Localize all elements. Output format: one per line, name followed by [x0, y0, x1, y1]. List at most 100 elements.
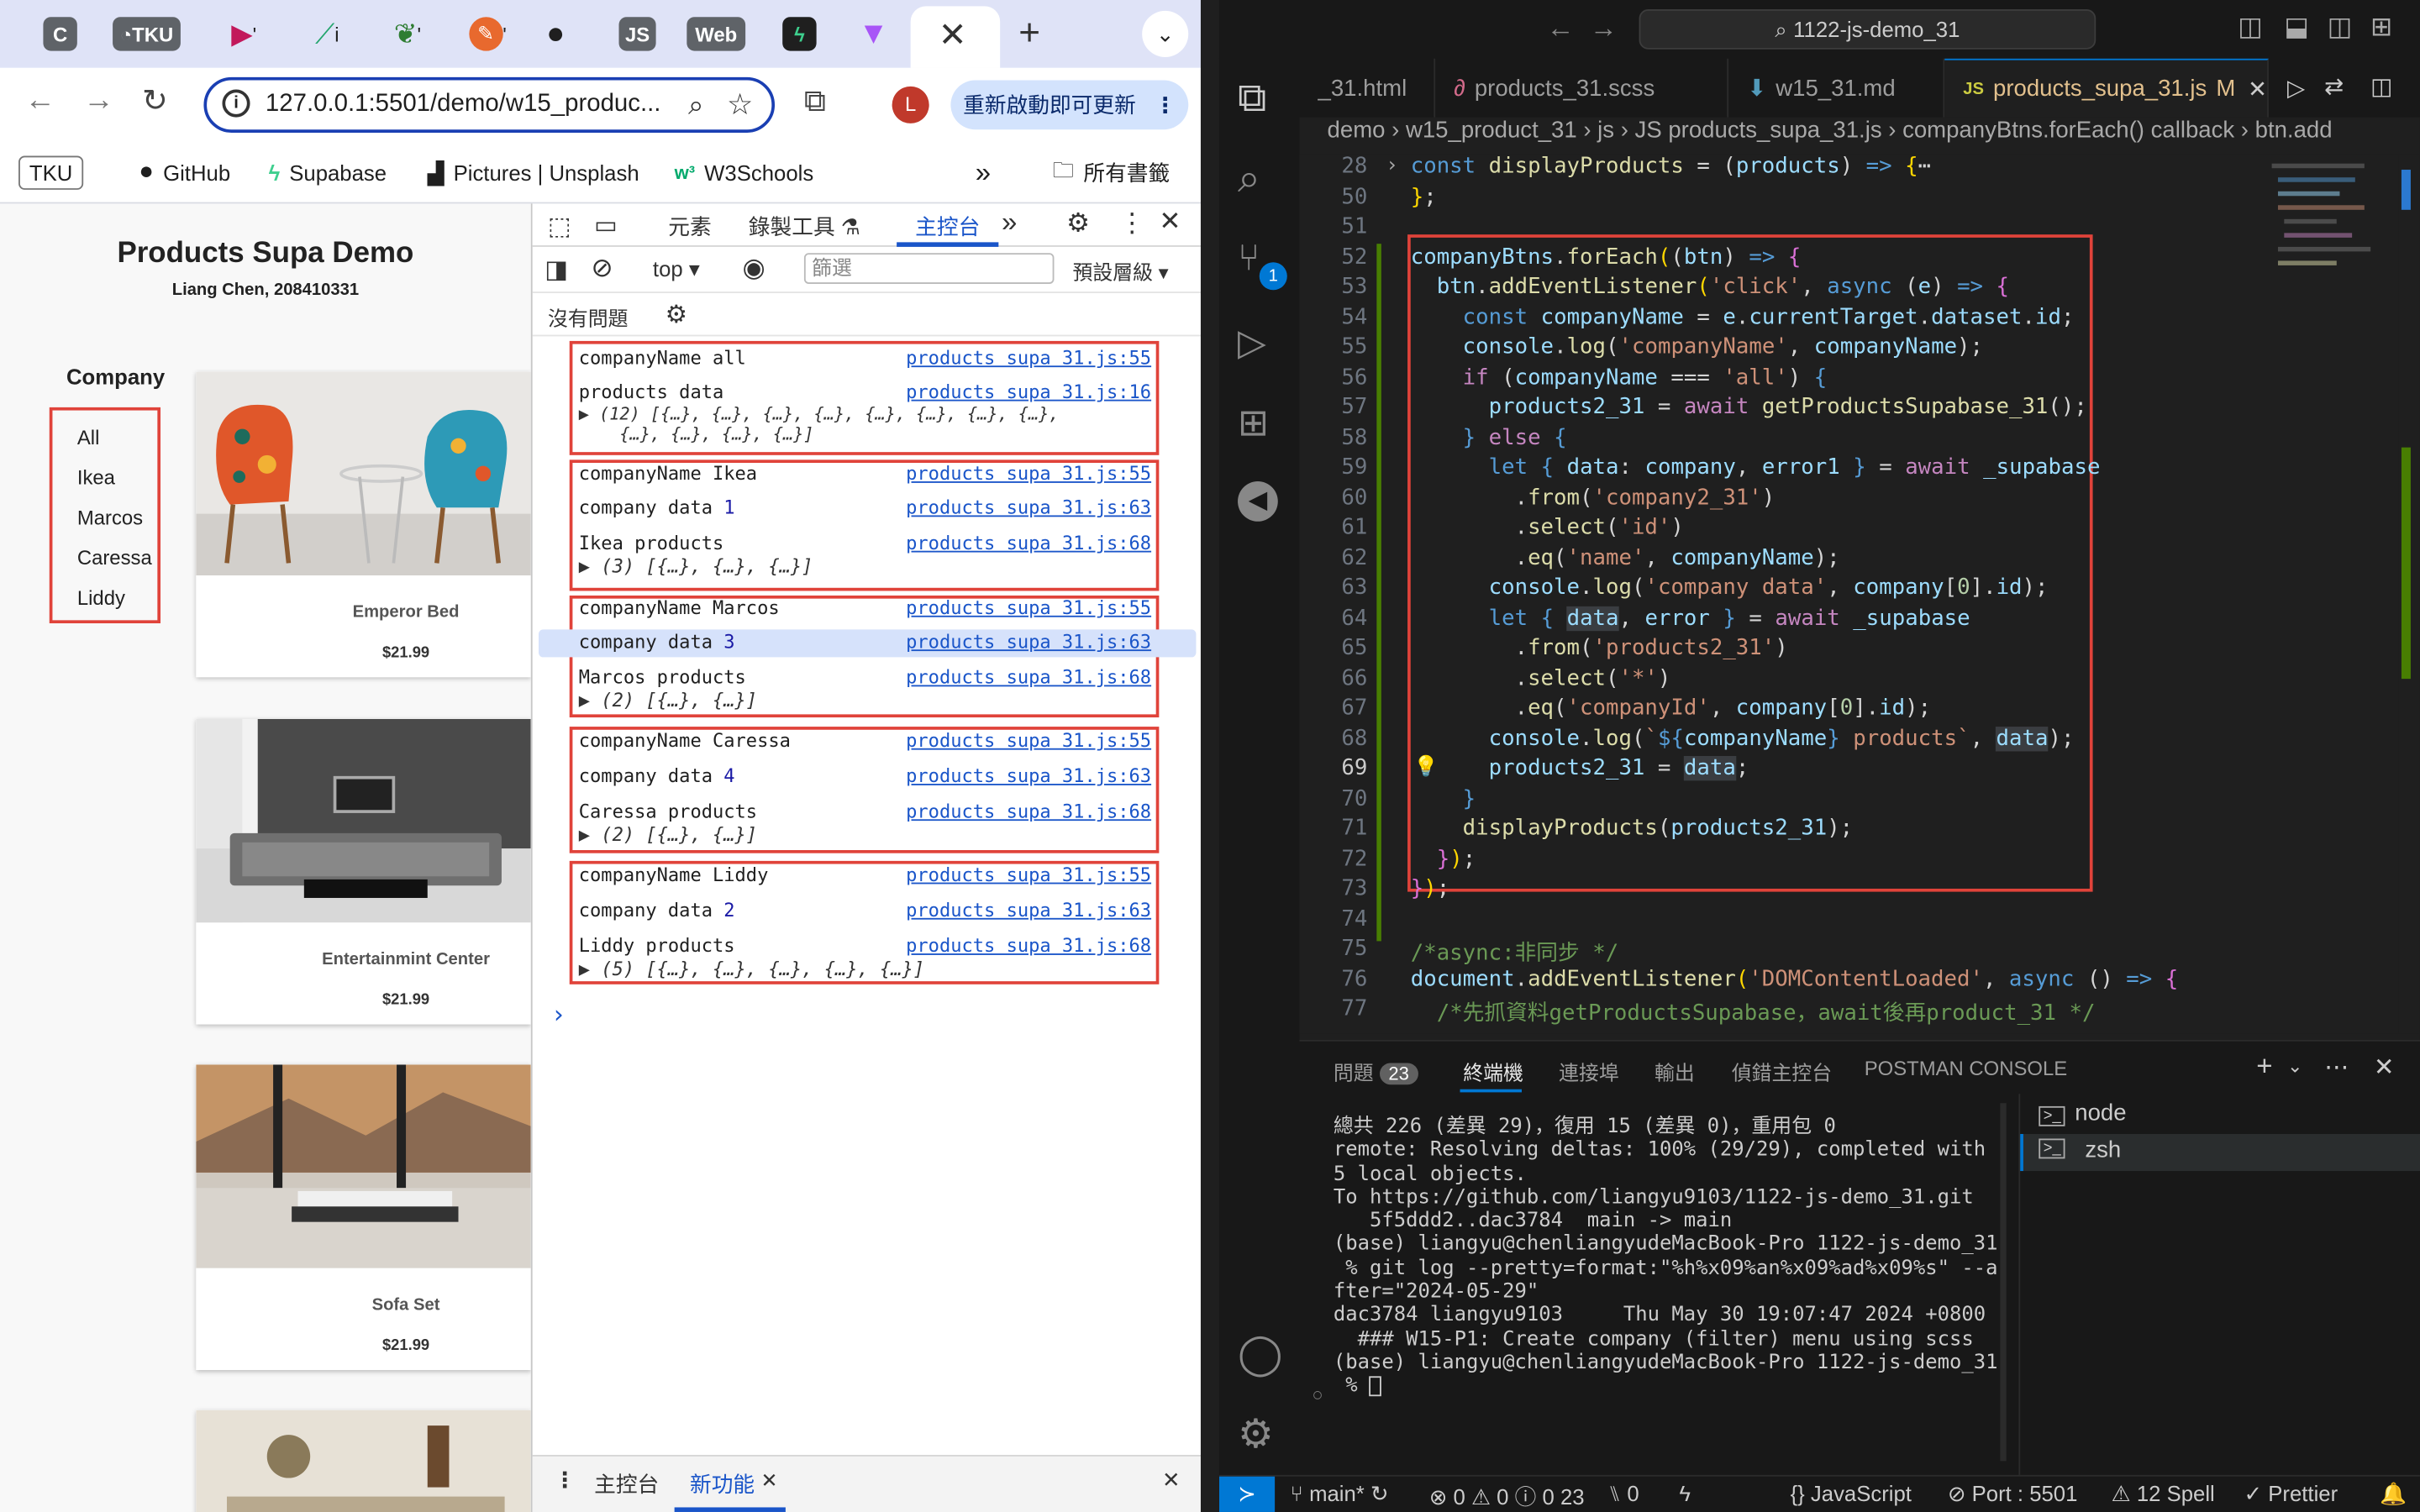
product-card[interactable]	[196, 1410, 531, 1512]
layout-icon[interactable]: ⊞	[2370, 13, 2392, 44]
product-card[interactable]: Sofa Set $21.99	[196, 1064, 531, 1370]
toggle-secondary-icon[interactable]: ◫	[2328, 13, 2353, 44]
inspect-icon[interactable]: ⬚	[548, 212, 571, 243]
back-icon[interactable]: ←	[24, 83, 55, 118]
account-icon[interactable]: ◯	[1238, 1330, 1282, 1376]
spell-status[interactable]: ⚠ 12 Spell	[2112, 1481, 2215, 1507]
array-expander[interactable]: ▶ (2) [{…}, {…}]	[579, 690, 757, 711]
tab-supabase[interactable]: ϟ	[771, 9, 827, 59]
tab-web[interactable]: Web	[685, 9, 746, 59]
no-issues[interactable]: 沒有問題	[548, 302, 629, 332]
source-link[interactable]: products supa 31.js:63	[906, 496, 1151, 518]
remote-icon[interactable]: ≻	[1218, 1476, 1276, 1512]
array-expander[interactable]: ▶ (2) [{…}, {…}]	[579, 824, 757, 846]
tab-output[interactable]: 輸出	[1655, 1057, 1695, 1086]
levels-select[interactable]: 預設層級 ▾	[1073, 256, 1169, 286]
tab-scss[interactable]: ∂ products_31.scss	[1435, 58, 1729, 118]
forward-icon[interactable]: →	[83, 83, 114, 118]
extensions-icon[interactable]: ⧉	[804, 85, 826, 120]
code-editor[interactable]: 28 50 51 52 53 54 55 56 57 58 59 60 61 6…	[1299, 154, 2420, 1034]
tab-search-icon[interactable]: ⌄	[1142, 10, 1189, 57]
back-icon[interactable]: ←	[1546, 13, 1574, 45]
tab-debug-console[interactable]: 偵錯主控台	[1732, 1057, 1832, 1086]
tab-ports[interactable]: 連接埠	[1559, 1057, 1619, 1086]
clear-console-icon[interactable]: ⊘	[591, 253, 613, 284]
avatar[interactable]: L	[892, 86, 929, 123]
explorer-icon[interactable]: ⧉	[1238, 74, 1281, 120]
close-tab-icon[interactable]: ✕	[939, 15, 967, 55]
close-panel-icon[interactable]: ✕	[2374, 1053, 2395, 1084]
fold-chevron-icon[interactable]: ›	[1386, 155, 1397, 178]
tab-js-active[interactable]: JS products_supa_31.js M ✕	[1944, 58, 2269, 118]
source-link[interactable]: products supa 31.js:63	[906, 765, 1151, 787]
context-select[interactable]: top ▾	[653, 256, 700, 282]
tab-vite[interactable]: ▼	[852, 9, 895, 59]
tab-4[interactable]: ⟋ i	[299, 9, 355, 59]
notifications-icon[interactable]: 🔔	[2380, 1481, 2407, 1507]
more-icon[interactable]: ⋮	[1119, 208, 1145, 239]
source-link[interactable]: products supa 31.js:63	[906, 631, 1151, 653]
tab-problems[interactable]: 問題 23	[1334, 1057, 1418, 1086]
tab-5[interactable]: ❦ '	[380, 9, 435, 59]
close-drawer-icon[interactable]: ✕	[1162, 1467, 1181, 1494]
tab-html[interactable]: _31.html	[1300, 58, 1436, 118]
array-expander[interactable]: ▶ (3) [{…}, {…}, {…}]	[579, 555, 813, 577]
source-link[interactable]: products supa 31.js:55	[906, 463, 1151, 485]
bookmark-github[interactable]: ● GitHub	[139, 155, 230, 192]
tab-md[interactable]: ⬇ w15_31.md	[1728, 58, 1945, 118]
prettier-status[interactable]: ✓ Prettier	[2244, 1481, 2338, 1507]
source-link[interactable]: products supa 31.js:63	[906, 900, 1151, 921]
company-caressa[interactable]: Caressa	[77, 546, 152, 570]
tab-tku[interactable]: ◔ TKU	[102, 9, 192, 59]
source-link[interactable]: products supa 31.js:68	[906, 666, 1151, 688]
run-debug-icon[interactable]: ▷	[1238, 321, 1281, 365]
split-editor-icon[interactable]: ◫	[2370, 72, 2392, 100]
tab-js[interactable]: JS	[614, 9, 660, 59]
forward-icon[interactable]: →	[1590, 13, 1618, 45]
reload-icon[interactable]: ↻	[142, 81, 168, 120]
update-button[interactable]: 重新啟動即可更新 ⋮	[950, 80, 1189, 130]
ports-status[interactable]: ⑊ 0	[1608, 1481, 1639, 1505]
close-tab-icon[interactable]: ✕	[2248, 75, 2267, 102]
problems-status[interactable]: ⊗ 0 ⚠ 0 ⓘ 0 23	[1429, 1481, 1585, 1512]
terminal-output[interactable]: 總共 226 (差異 29)，復用 15 (差異 0)，重用包 0 remote:…	[1334, 1116, 2012, 1399]
source-link[interactable]: products supa 31.js:55	[906, 864, 1151, 886]
company-liddy[interactable]: Liddy	[77, 586, 125, 610]
star-icon[interactable]: ☆	[727, 88, 753, 123]
bookmarks-overflow[interactable]: »	[976, 155, 991, 192]
source-link[interactable]: products supa 31.js:68	[906, 801, 1151, 822]
close-devtools-icon[interactable]: ✕	[1159, 207, 1181, 238]
minimap[interactable]	[2265, 155, 2398, 355]
console-settings-icon[interactable]: ⚙	[666, 299, 687, 330]
drawer-tab-close-icon[interactable]: ✕	[760, 1469, 777, 1494]
command-center[interactable]: ⌕ 1122-js-demo_31	[1639, 9, 2096, 50]
tab-console[interactable]: 主控台	[915, 212, 980, 243]
branch[interactable]: ⑂ main* ↻	[1290, 1481, 1388, 1507]
new-tab-button[interactable]: +	[1009, 9, 1050, 59]
settings-icon[interactable]: ⚙	[1238, 1410, 1281, 1457]
product-card[interactable]: Emperor Bed $21.99	[196, 371, 531, 678]
tab-c[interactable]: C	[40, 9, 81, 59]
bookmark-unsplash[interactable]: ▟ Pictures | Unsplash	[428, 155, 639, 192]
console-prompt[interactable]: ›	[551, 1000, 566, 1029]
source-link[interactable]: products supa 31.js:68	[906, 935, 1151, 957]
compare-icon[interactable]: ⇄	[2324, 72, 2344, 100]
eye-icon[interactable]: ◉	[742, 253, 765, 284]
chevron-down-icon[interactable]: ⌄	[2287, 1055, 2302, 1077]
source-link[interactable]: products supa 31.js:55	[906, 597, 1151, 619]
search-icon[interactable]: ⌕	[1238, 155, 1281, 201]
tab-terminal[interactable]: 終端機	[1463, 1057, 1523, 1086]
drawer-menu-icon[interactable]: ⋮	[554, 1467, 576, 1494]
all-bookmarks[interactable]: 🗀 所有書籤	[1053, 155, 1171, 192]
address-bar[interactable]: i 127.0.0.1:5501/demo/w15_produc... ⌕ ☆	[203, 76, 776, 133]
new-terminal-icon[interactable]: +	[2256, 1051, 2272, 1084]
tab-elements[interactable]: 元素	[668, 212, 711, 243]
tab-github[interactable]: ●	[534, 9, 576, 59]
source-link[interactable]: products supa 31.js:55	[906, 730, 1151, 752]
more-tabs-icon[interactable]: »	[1002, 207, 1017, 239]
live-icon[interactable]: ϟ	[1679, 1481, 1691, 1505]
postman-icon[interactable]: ◀	[1238, 481, 1278, 522]
bookmark-tku[interactable]: TKU	[18, 155, 84, 190]
toggle-panel-icon[interactable]: ⬓	[2284, 13, 2309, 44]
tab-active[interactable]: ✕	[910, 6, 1001, 68]
